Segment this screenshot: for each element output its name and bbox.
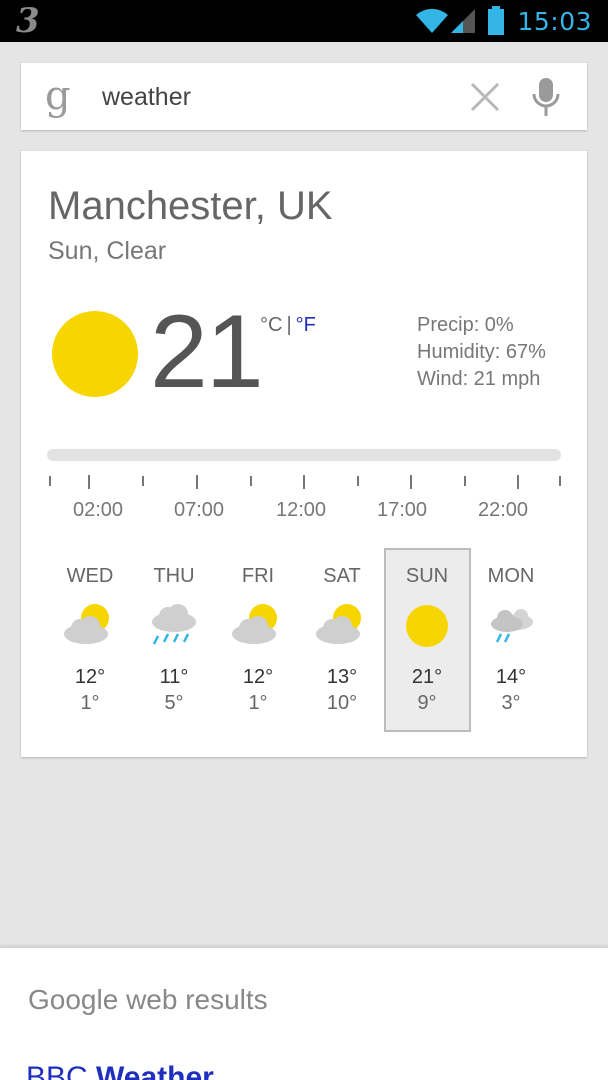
unit-fahrenheit[interactable]: °F	[296, 314, 316, 336]
partly-cloudy-icon	[316, 604, 361, 644]
day-low: 9°	[417, 692, 437, 714]
unit-separator: |	[286, 314, 292, 336]
timeline-tick	[88, 475, 90, 489]
forecast-day-sat[interactable]: SAT 13° 10°	[300, 560, 384, 730]
day-high: 12°	[242, 666, 274, 688]
weather-details: Precip: 0% Humidity: 67% Wind: 21 mph	[417, 312, 546, 393]
status-bar: 3 15:03	[0, 0, 608, 42]
forecast-day-fri[interactable]: FRI 12° 1°	[216, 560, 300, 730]
timeline-tick	[303, 475, 305, 489]
result-link-bold: Weather	[96, 1061, 214, 1080]
precipitation: Precip: 0%	[417, 314, 514, 336]
day-low: 10°	[326, 692, 358, 714]
hour-label: 12:00	[275, 499, 327, 521]
hour-label: 02:00	[72, 499, 124, 521]
search-input[interactable]: weather	[102, 80, 191, 114]
timeline-tick	[464, 476, 466, 486]
timeline-tick	[357, 476, 359, 486]
hourly-slider[interactable]	[47, 449, 561, 461]
forecast-day-thu[interactable]: THU 11° 5°	[132, 560, 216, 730]
forecast-day-wed[interactable]: WED 12° 1°	[48, 560, 132, 730]
hour-label: 07:00	[173, 499, 225, 521]
timeline-tick	[49, 476, 51, 486]
weather-location: Manchester, UK	[48, 184, 333, 228]
forecast-day-mon[interactable]: MON 14° 3°	[469, 560, 553, 730]
showers-icon	[491, 609, 533, 643]
unit-toggle: °C | °F	[260, 313, 316, 337]
timeline-tick	[196, 475, 198, 489]
google-g-logo: g	[45, 73, 71, 119]
carrier-logo: 3	[16, 1, 40, 41]
mic-icon[interactable]	[530, 76, 562, 118]
current-temperature: 21	[150, 294, 264, 410]
timeline-tick	[517, 475, 519, 489]
timeline-tick	[142, 476, 144, 486]
status-icons: 15:03	[415, 0, 592, 42]
day-name: SUN	[405, 565, 449, 587]
forecast-day-sun[interactable]: SUN 21° 9°	[385, 560, 469, 730]
day-name: THU	[153, 565, 195, 587]
battery-icon	[488, 6, 505, 35]
sunny-icon	[52, 311, 138, 397]
humidity: Humidity: 67%	[417, 341, 546, 363]
day-high: 14°	[495, 666, 527, 688]
wind: Wind: 21 mph	[417, 368, 541, 390]
day-low: 1°	[248, 692, 268, 714]
rain-icon	[152, 604, 196, 645]
results-header: Google web results	[28, 984, 268, 1015]
clear-icon[interactable]	[468, 80, 502, 114]
sunny-icon	[406, 605, 448, 647]
wifi-icon	[416, 8, 449, 34]
timeline-tick	[559, 476, 561, 486]
partly-cloudy-icon	[232, 604, 277, 644]
hour-label: 17:00	[376, 499, 428, 521]
day-low: 3°	[501, 692, 521, 714]
partly-cloudy-icon	[64, 604, 109, 644]
signal-icon	[451, 9, 476, 33]
day-low: 5°	[164, 692, 184, 714]
day-high: 12°	[74, 666, 106, 688]
weather-condition: Sun, Clear	[48, 237, 167, 265]
day-name: WED	[66, 565, 114, 587]
day-name: FRI	[241, 565, 275, 587]
day-name: SAT	[323, 565, 361, 587]
hour-label: 22:00	[477, 499, 529, 521]
timeline-tick	[410, 475, 412, 489]
day-name: MON	[487, 565, 535, 587]
result-link-prefix: BBC	[26, 1061, 88, 1080]
clock: 15:03	[517, 6, 592, 36]
day-high: 13°	[326, 666, 358, 688]
timeline-tick	[250, 476, 252, 486]
day-low: 1°	[80, 692, 100, 714]
result-link-bbc-weather[interactable]: BBC Weather	[26, 1058, 214, 1080]
day-high: 11°	[159, 666, 189, 688]
day-high: 21°	[411, 666, 443, 688]
unit-celsius[interactable]: °C	[260, 314, 282, 336]
